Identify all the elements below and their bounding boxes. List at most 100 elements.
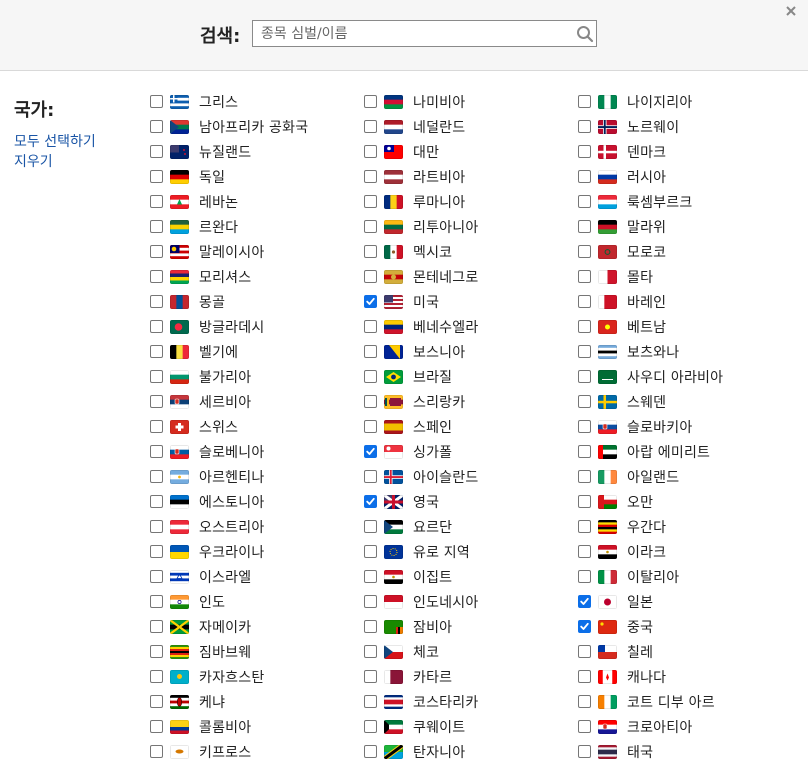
country-checkbox[interactable] (578, 595, 591, 608)
country-checkbox[interactable] (150, 270, 163, 283)
country-option-kazakhstan[interactable]: 카자흐스탄 (150, 664, 264, 689)
country-option-china[interactable]: 중국 (578, 614, 653, 639)
country-checkbox[interactable] (578, 470, 591, 483)
country-checkbox[interactable] (364, 295, 377, 308)
country-option-spain[interactable]: 스페인 (364, 414, 452, 439)
country-checkbox[interactable] (150, 670, 163, 683)
country-option-italy[interactable]: 이탈리아 (578, 564, 679, 589)
country-checkbox[interactable] (150, 745, 163, 758)
country-option-namibia[interactable]: 나미비아 (364, 89, 465, 114)
country-option-nigeria[interactable]: 나이지리아 (578, 89, 692, 114)
country-checkbox[interactable] (150, 495, 163, 508)
country-checkbox[interactable] (150, 695, 163, 708)
country-option-sri-lanka[interactable]: 스리랑카 (364, 389, 465, 414)
country-checkbox[interactable] (364, 170, 377, 183)
country-option-lebanon[interactable]: 레바논 (150, 189, 238, 214)
country-option-costa-rica[interactable]: 코스타리카 (364, 689, 478, 714)
country-option-cyprus[interactable]: 키프로스 (150, 739, 251, 764)
country-checkbox[interactable] (150, 420, 163, 433)
country-checkbox[interactable] (578, 620, 591, 633)
country-checkbox[interactable] (150, 520, 163, 533)
country-option-rwanda[interactable]: 르완다 (150, 214, 238, 239)
country-checkbox[interactable] (364, 245, 377, 258)
search-box[interactable] (252, 20, 597, 47)
country-option-singapore[interactable]: 싱가폴 (364, 439, 452, 464)
country-checkbox[interactable] (150, 220, 163, 233)
country-option-brazil[interactable]: 브라질 (364, 364, 452, 389)
country-option-czech[interactable]: 체코 (364, 639, 439, 664)
country-checkbox[interactable] (150, 445, 163, 458)
country-checkbox[interactable] (150, 595, 163, 608)
country-option-denmark[interactable]: 덴마크 (578, 139, 666, 164)
country-checkbox[interactable] (578, 520, 591, 533)
country-checkbox[interactable] (578, 495, 591, 508)
country-checkbox[interactable] (578, 720, 591, 733)
country-option-bosnia[interactable]: 보스니아 (364, 339, 465, 364)
country-option-uk[interactable]: 영국 (364, 489, 439, 514)
country-checkbox[interactable] (150, 145, 163, 158)
country-checkbox[interactable] (364, 270, 377, 283)
country-checkbox[interactable] (364, 595, 377, 608)
country-option-canada[interactable]: 캐나다 (578, 664, 666, 689)
country-checkbox[interactable] (578, 120, 591, 133)
country-option-south-africa[interactable]: 남아프리카 공화국 (150, 114, 308, 139)
country-option-uganda[interactable]: 우간다 (578, 514, 666, 539)
country-option-bangladesh[interactable]: 방글라데시 (150, 314, 264, 339)
country-option-mongolia[interactable]: 몽골 (150, 289, 225, 314)
country-option-sweden[interactable]: 스웨덴 (578, 389, 666, 414)
country-checkbox[interactable] (150, 170, 163, 183)
country-checkbox[interactable] (578, 195, 591, 208)
country-checkbox[interactable] (364, 745, 377, 758)
country-option-chile[interactable]: 칠레 (578, 639, 653, 664)
country-option-taiwan[interactable]: 대만 (364, 139, 439, 164)
country-checkbox[interactable] (364, 445, 377, 458)
country-checkbox[interactable] (364, 520, 377, 533)
country-option-argentina[interactable]: 아르헨티나 (150, 464, 264, 489)
country-option-botswana[interactable]: 보츠와나 (578, 339, 679, 364)
select-all-link[interactable]: 모두 선택하기 (14, 131, 96, 151)
country-checkbox[interactable] (578, 295, 591, 308)
country-checkbox[interactable] (364, 145, 377, 158)
country-option-serbia[interactable]: 세르비아 (150, 389, 251, 414)
clear-link[interactable]: 지우기 (14, 151, 53, 171)
country-option-oman[interactable]: 오만 (578, 489, 653, 514)
country-checkbox[interactable] (364, 470, 377, 483)
country-checkbox[interactable] (364, 695, 377, 708)
country-checkbox[interactable] (578, 545, 591, 558)
country-option-eu[interactable]: 유로 지역 (364, 539, 470, 564)
country-option-kenya[interactable]: 케냐 (150, 689, 225, 714)
country-option-germany[interactable]: 독일 (150, 164, 225, 189)
country-option-romania[interactable]: 루마니아 (364, 189, 465, 214)
country-option-belgium[interactable]: 벨기에 (150, 339, 238, 364)
country-checkbox[interactable] (364, 420, 377, 433)
country-option-malawi[interactable]: 말라위 (578, 214, 666, 239)
country-checkbox[interactable] (364, 220, 377, 233)
country-checkbox[interactable] (364, 570, 377, 583)
country-checkbox[interactable] (150, 620, 163, 633)
country-option-jamaica[interactable]: 자메이카 (150, 614, 251, 639)
country-checkbox[interactable] (150, 395, 163, 408)
country-option-switzerland[interactable]: 스위스 (150, 414, 238, 439)
country-option-uae[interactable]: 아랍 에미리트 (578, 439, 710, 464)
country-checkbox[interactable] (578, 570, 591, 583)
country-option-bulgaria[interactable]: 불가리아 (150, 364, 251, 389)
country-checkbox[interactable] (150, 720, 163, 733)
country-checkbox[interactable] (578, 695, 591, 708)
country-option-colombia[interactable]: 콜롬비아 (150, 714, 251, 739)
country-checkbox[interactable] (364, 620, 377, 633)
country-option-usa[interactable]: 미국 (364, 289, 439, 314)
country-checkbox[interactable] (364, 345, 377, 358)
country-checkbox[interactable] (364, 120, 377, 133)
country-checkbox[interactable] (578, 370, 591, 383)
country-checkbox[interactable] (364, 395, 377, 408)
search-input[interactable] (253, 21, 579, 46)
country-checkbox[interactable] (578, 145, 591, 158)
country-checkbox[interactable] (578, 420, 591, 433)
country-option-tanzania[interactable]: 탄자니아 (364, 739, 465, 764)
country-checkbox[interactable] (150, 320, 163, 333)
country-option-netherlands[interactable]: 네덜란드 (364, 114, 465, 139)
country-option-bahrain[interactable]: 바레인 (578, 289, 666, 314)
country-option-lithuania[interactable]: 리투아니아 (364, 214, 478, 239)
country-option-montenegro[interactable]: 몬테네그로 (364, 264, 478, 289)
country-option-greece[interactable]: 그리스 (150, 89, 238, 114)
